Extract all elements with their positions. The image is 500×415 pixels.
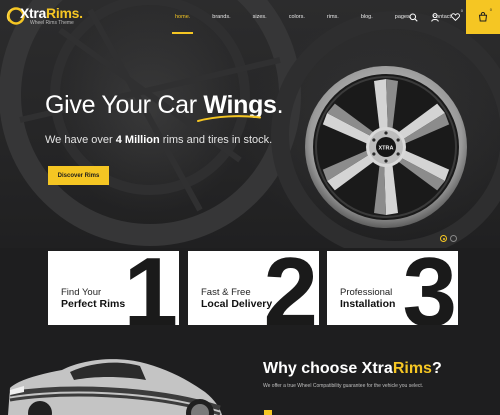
feature-line1: Fast & Free (201, 287, 251, 298)
logo-tagline: Wheel Rims Theme (30, 20, 74, 26)
feature-number: 2 (263, 251, 317, 325)
account-button[interactable] (424, 0, 445, 34)
cart-count: 0 (489, 7, 492, 12)
slider-dot[interactable] (440, 235, 447, 242)
feature-line1: Find Your (61, 287, 102, 298)
feature-line2: Installation (340, 298, 396, 310)
wishlist-button[interactable]: 0 (445, 0, 466, 34)
accent-bar (264, 410, 272, 415)
feature-line1: Professional (340, 287, 393, 298)
cart-button[interactable]: 0 (466, 0, 500, 34)
search-button[interactable] (403, 0, 424, 34)
hero-subtitle-emphasis: 4 Million (115, 134, 160, 146)
why-title-suffix: ? (431, 360, 442, 377)
hero-subtitle: We have over 4 Million rims and tires in… (45, 134, 272, 146)
hero-title-suffix: . (276, 91, 284, 119)
hero-wheel-rim-image: XTRA (305, 66, 467, 228)
header-actions: 0 0 (403, 0, 500, 34)
feature-number: 3 (402, 251, 456, 325)
sports-car-image (8, 359, 222, 415)
feature-number: 1 (123, 251, 177, 325)
logo-word-dot: . (79, 5, 83, 21)
title-underline-swoosh (197, 115, 261, 122)
discover-rims-button[interactable]: Discover Rims (48, 166, 109, 185)
hero-subtitle-prefix: We have over (45, 134, 116, 146)
nav-item-colors[interactable]: colors. (278, 0, 316, 34)
logo-wordmark: XtraRims. (20, 5, 83, 21)
feature-line2: Perfect Rims (61, 298, 126, 310)
hero-title-prefix: Give Your Car (45, 91, 204, 119)
heart-icon (451, 13, 460, 21)
feature-card[interactable]: 2 Fast & Free Local Delivery (188, 251, 319, 325)
hero-subtitle-suffix: rims and tires in stock. (159, 134, 273, 146)
slider-dot[interactable] (450, 235, 457, 242)
nav-item-sizes[interactable]: sizes. (242, 0, 278, 34)
user-icon (430, 12, 439, 22)
cart-icon (478, 12, 488, 22)
search-icon (409, 12, 418, 22)
nav-item-blog[interactable]: blog. (350, 0, 384, 34)
nav-item-brands[interactable]: brands. (201, 0, 241, 34)
site-header: XtraRims. Wheel Rims Theme home. brands. s… (0, 0, 500, 34)
feature-card[interactable]: 1 Find Your Perfect Rims (48, 251, 179, 325)
hero-section: XtraRims. Wheel Rims Theme home. brands. s… (0, 0, 500, 248)
slider-pagination (440, 235, 457, 242)
nav-item-rims[interactable]: rims. (316, 0, 350, 34)
wishlist-count: 0 (460, 8, 463, 13)
wheel-brand-label: XTRA (379, 146, 394, 152)
why-choose-title: Why choose XtraRims? (263, 360, 442, 378)
logo-word-main: Xtra (20, 5, 47, 21)
why-title-prefix: Why choose Xtra (263, 360, 393, 377)
logo-word-accent: Rims (46, 5, 80, 21)
why-choose-subtitle: We offer a true Wheel Compatibility guar… (263, 383, 424, 389)
feature-line2: Local Delivery (201, 298, 273, 310)
site-logo[interactable]: XtraRims. Wheel Rims Theme (6, 5, 86, 29)
feature-card[interactable]: 3 Professional Installation (327, 251, 458, 325)
nav-item-home[interactable]: home. (164, 0, 201, 34)
why-title-accent: Rims (392, 360, 432, 377)
